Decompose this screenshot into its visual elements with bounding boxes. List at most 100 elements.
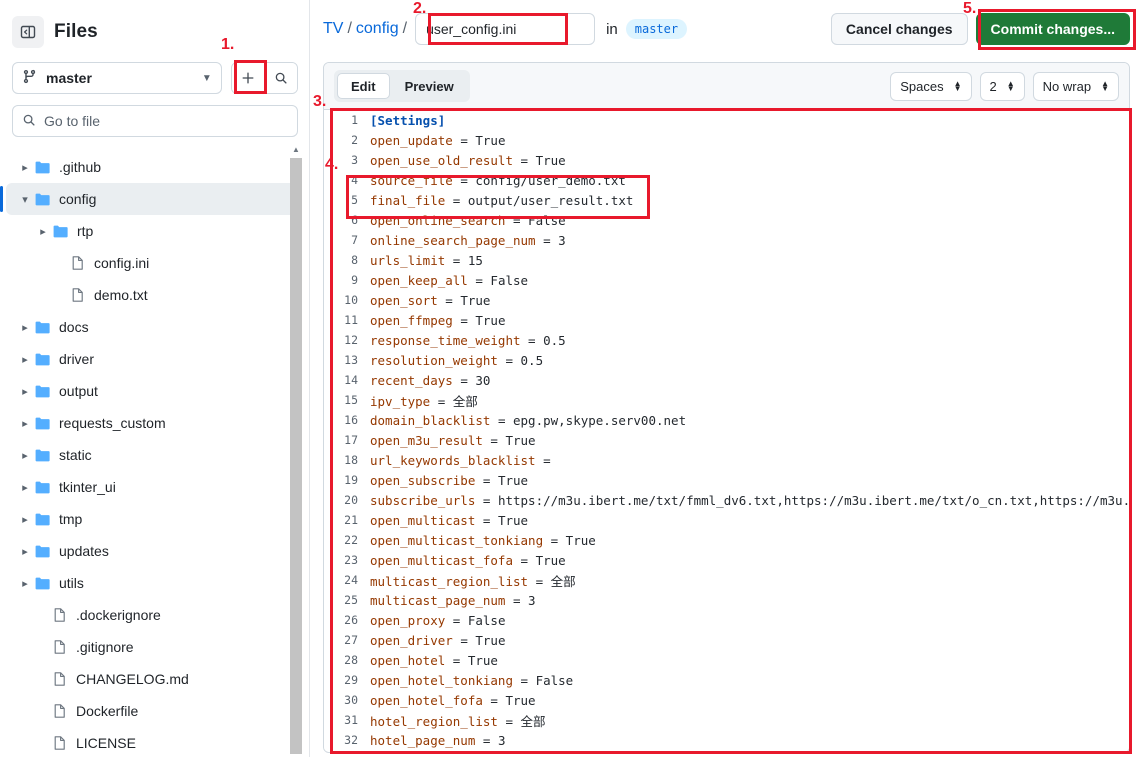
code-line[interactable]: 1 [Settings] bbox=[324, 110, 1129, 130]
chevron-right-icon[interactable]: ▸ bbox=[16, 577, 34, 590]
code-line[interactable]: 2 open_update = True bbox=[324, 130, 1129, 150]
chevron-right-icon[interactable]: ▸ bbox=[16, 161, 34, 174]
tree-folder-output[interactable]: ▸ output bbox=[6, 375, 300, 407]
tree-folder-tkinter-ui[interactable]: ▸ tkinter_ui bbox=[6, 471, 300, 503]
code-line[interactable]: 28 open_hotel = True bbox=[324, 650, 1129, 670]
filename-input[interactable]: user_config.ini bbox=[415, 13, 596, 45]
code-line[interactable]: 15 ipv_type = 全部 bbox=[324, 390, 1129, 410]
code-line[interactable]: 31 hotel_region_list = 全部 bbox=[324, 710, 1129, 730]
code-line[interactable]: 27 open_driver = True bbox=[324, 630, 1129, 650]
line-number: 4 bbox=[351, 173, 358, 187]
indent-width-value: 2 bbox=[989, 78, 997, 94]
code-line[interactable]: 18 url_keywords_blacklist = bbox=[324, 450, 1129, 470]
chevron-down-icon[interactable]: ▾ bbox=[16, 193, 34, 206]
line-number: 30 bbox=[344, 693, 358, 707]
code-line[interactable]: 17 open_m3u_result = True bbox=[324, 430, 1129, 450]
scrollbar-thumb[interactable] bbox=[290, 158, 302, 754]
code-line[interactable]: 11 open_ffmpeg = True bbox=[324, 310, 1129, 330]
code-line[interactable]: 8 urls_limit = 15 bbox=[324, 250, 1129, 270]
tree-folder-rtp[interactable]: ▸ rtp bbox=[6, 215, 300, 247]
filename-value: user_config.ini bbox=[426, 21, 517, 37]
tree-folder-requests-custom[interactable]: ▸ requests_custom bbox=[6, 407, 300, 439]
line-number: 10 bbox=[344, 293, 358, 307]
sidebar-scrollbar[interactable]: ▲ bbox=[290, 142, 302, 754]
tab-preview[interactable]: Preview bbox=[392, 73, 467, 99]
chevron-right-icon[interactable]: ▸ bbox=[16, 545, 34, 558]
chevron-right-icon[interactable]: ▸ bbox=[16, 417, 34, 430]
scroll-up-arrow-icon[interactable]: ▲ bbox=[290, 142, 302, 156]
edit-preview-tabs: Edit Preview bbox=[334, 70, 470, 102]
tree-file-gitignore[interactable]: .gitignore bbox=[6, 631, 300, 663]
code-line[interactable]: 20 subscribe_urls = https://m3u.ibert.me/… bbox=[324, 490, 1129, 510]
file-icon bbox=[70, 255, 86, 271]
code-line[interactable]: 9 open_keep_all = False bbox=[324, 270, 1129, 290]
branch-select[interactable]: master ▼ bbox=[12, 62, 222, 94]
chevron-right-icon[interactable]: ▸ bbox=[16, 385, 34, 398]
code-line[interactable]: 22 open_multicast_tonkiang = True bbox=[324, 530, 1129, 550]
tree-folder-docs[interactable]: ▸ docs bbox=[6, 311, 300, 343]
tree-file-changelog-md[interactable]: CHANGELOG.md bbox=[6, 663, 300, 695]
breadcrumb-item-config[interactable]: config bbox=[356, 20, 399, 38]
indent-width-select[interactable]: 2 ▲ ▼ bbox=[979, 71, 1025, 101]
tree-item-label: driver bbox=[59, 351, 95, 367]
code-line[interactable]: 6 open_online_search = False bbox=[324, 210, 1129, 230]
code-line[interactable]: 30 open_hotel_fofa = True bbox=[324, 690, 1129, 710]
code-line[interactable]: 16 domain_blacklist = epg.pw,skype.serv00… bbox=[324, 410, 1129, 430]
tree-folder-config[interactable]: ▾ config bbox=[0, 183, 300, 215]
wrap-mode-select[interactable]: No wrap ▲ ▼ bbox=[1032, 71, 1119, 101]
tree-file-dockerfile[interactable]: Dockerfile bbox=[6, 695, 300, 727]
commit-changes-button[interactable]: Commit changes... bbox=[975, 13, 1130, 45]
line-number: 19 bbox=[344, 473, 358, 487]
code-line-text: open_multicast = True bbox=[370, 512, 529, 528]
tree-folder-static[interactable]: ▸ static bbox=[6, 439, 300, 471]
chevron-right-icon[interactable]: ▸ bbox=[34, 225, 52, 238]
tree-item-label: docs bbox=[59, 319, 89, 335]
folder-icon bbox=[34, 191, 51, 208]
code-line[interactable]: 5 final_file = output/user_result.txt bbox=[324, 190, 1129, 210]
panel-collapse-icon[interactable] bbox=[12, 16, 44, 48]
line-number: 18 bbox=[344, 453, 358, 467]
code-line[interactable]: 25 multicast_page_num = 3 bbox=[324, 590, 1129, 610]
code-line[interactable]: 7 online_search_page_num = 3 bbox=[324, 230, 1129, 250]
search-icon[interactable] bbox=[264, 63, 297, 93]
code-line[interactable]: 32 hotel_page_num = 3 bbox=[324, 730, 1129, 750]
code-line[interactable]: 14 recent_days = 30 bbox=[324, 370, 1129, 390]
code-line[interactable]: 13 resolution_weight = 0.5 bbox=[324, 350, 1129, 370]
tree-folder-utils[interactable]: ▸ utils bbox=[6, 567, 300, 599]
tree-folder-tmp[interactable]: ▸ tmp bbox=[6, 503, 300, 535]
tree-file-license[interactable]: LICENSE bbox=[6, 727, 300, 757]
tree-file-demo-txt[interactable]: demo.txt bbox=[6, 279, 300, 311]
page-title: Files bbox=[54, 21, 98, 42]
code-line[interactable]: 24 multicast_region_list = 全部 bbox=[324, 570, 1129, 590]
chevron-right-icon[interactable]: ▸ bbox=[16, 353, 34, 366]
tab-edit[interactable]: Edit bbox=[337, 73, 390, 99]
code-line[interactable]: 21 open_multicast = True bbox=[324, 510, 1129, 530]
code-line[interactable]: 26 open_proxy = False bbox=[324, 610, 1129, 630]
tree-folder-github[interactable]: ▸ .github bbox=[6, 151, 300, 183]
chevron-right-icon[interactable]: ▸ bbox=[16, 321, 34, 334]
breadcrumb-item-repo[interactable]: TV bbox=[323, 20, 343, 38]
code-line[interactable]: 3 open_use_old_result = True bbox=[324, 150, 1129, 170]
chevron-right-icon[interactable]: ▸ bbox=[16, 481, 34, 494]
chevron-right-icon[interactable]: ▸ bbox=[16, 513, 34, 526]
chevron-right-icon[interactable]: ▸ bbox=[16, 449, 34, 462]
tree-folder-updates[interactable]: ▸ updates bbox=[6, 535, 300, 567]
tree-file-dockerignore[interactable]: .dockerignore bbox=[6, 599, 300, 631]
indent-mode-select[interactable]: Spaces ▲ ▼ bbox=[890, 71, 972, 101]
tree-folder-driver[interactable]: ▸ driver bbox=[6, 343, 300, 375]
folder-icon bbox=[52, 223, 69, 240]
tree-file-config-ini[interactable]: config.ini bbox=[6, 247, 300, 279]
go-to-file-input[interactable]: Go to file bbox=[12, 105, 298, 137]
code-editor-area[interactable]: 1 [Settings] 2 open_update = True 3 open_use_… bbox=[324, 110, 1129, 752]
add-file-button[interactable] bbox=[231, 63, 265, 93]
code-line[interactable]: 4 source_file = config/user_demo.txt bbox=[324, 170, 1129, 190]
file-icon bbox=[52, 735, 68, 751]
cancel-changes-button[interactable]: Cancel changes bbox=[830, 13, 968, 45]
code-line[interactable]: 19 open_subscribe = True bbox=[324, 470, 1129, 490]
code-line[interactable]: 29 open_hotel_tonkiang = False bbox=[324, 670, 1129, 690]
code-line[interactable]: 23 open_multicast_fofa = True bbox=[324, 550, 1129, 570]
code-line[interactable]: 12 response_time_weight = 0.5 bbox=[324, 330, 1129, 350]
code-line[interactable]: 10 open_sort = True bbox=[324, 290, 1129, 310]
code-line-text: open_hotel_fofa = True bbox=[370, 692, 536, 708]
code-line-text: subscribe_urls = https://m3u.ibert.me/tx… bbox=[370, 492, 1129, 508]
